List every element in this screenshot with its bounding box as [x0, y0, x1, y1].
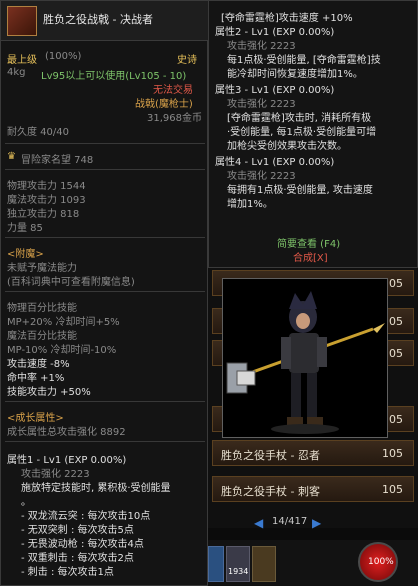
attr-line: 增加1%。 [227, 199, 273, 210]
pct-line: MP-10% 冷却时间-10% [7, 345, 117, 356]
list-item[interactable]: 胜负之役手杖 - 忍者 105 [212, 440, 414, 466]
attr-line: 攻击强化 2223 [227, 99, 296, 110]
attr-line: 加枪尖受创效果攻击次数。 [227, 141, 347, 152]
page-number: 14/417 [272, 516, 308, 527]
pct-line: 物理百分比技能 [7, 303, 77, 314]
attr-line: 攻击强化 2223 [227, 41, 296, 52]
character-preview [222, 278, 388, 438]
weapon-type: 战戟(魔枪士) [135, 99, 193, 110]
stat-line: 独立攻击力 818 [7, 209, 80, 220]
attr1-list-item: - 无双突刺 : 每次攻击5点 [21, 525, 134, 536]
grade-label: 最上级 [7, 55, 37, 66]
durability-label: 耐久度 40/40 [7, 127, 69, 138]
attr-line: 属性4 - Lv1 (EXP 0.00%) [215, 157, 335, 168]
pct-line: 攻击速度 -8% [7, 359, 70, 370]
rarity-label: 史诗 [177, 55, 197, 66]
stat-line: 魔法攻击力 1093 [7, 195, 86, 206]
pct-line: MP+20% 冷却时间+5% [7, 317, 120, 328]
pct-line: 魔法百分比技能 [7, 331, 77, 342]
attr-line: 每1点极·受创能量, [夺命雷霆枪]技 [227, 55, 381, 66]
weight-label: 4kg [7, 67, 26, 78]
divider [5, 441, 205, 442]
attr1-list-item: - 双龙流云突 : 每次攻击10点 [21, 511, 151, 522]
brief-view-button[interactable]: 简要查看 (F4) [277, 235, 340, 250]
attr1-title: 属性1 - Lv1 (EXP 0.00%) [7, 455, 127, 466]
attr1-list-item: - 双重刺击 : 每次攻击2点 [21, 553, 134, 564]
attr-line: 能冷却时间恢复速度增加1%。 [227, 69, 363, 80]
crown-icon: ♛ [7, 151, 16, 162]
attr1-sub: 攻击强化 2223 [21, 469, 90, 480]
list-item[interactable]: 胜负之役手杖 - 刺客 105 [212, 476, 414, 502]
enchant-hint: (百科词典中可查看附魔信息) [7, 277, 135, 288]
divider [5, 401, 205, 402]
attr-line: [夺命雷霆枪]攻击时, 消耗所有极 [227, 113, 372, 124]
divider [5, 169, 205, 170]
enchant-none: 未赋予魔法能力 [7, 263, 77, 274]
stat-line: 力量 85 [7, 223, 43, 234]
pager: ◀ 14/417 ▶ [208, 510, 418, 534]
list-item-name: 胜负之役手杖 - 忍者 [221, 449, 320, 462]
grade-pct: (100%) [45, 51, 82, 62]
attr-line: 每拥有1点极·受创能量, 攻击速度 [227, 185, 373, 196]
item-tooltip-continued: [夺命雷霆枪]攻击速度 +10% 属性2 - Lv1 (EXP 0.00%) 攻… [208, 0, 418, 268]
adventure-fame: 冒险家名望 748 [21, 155, 94, 166]
hp-orb: 100% [358, 542, 398, 582]
level-requirement: Lv95以上可以使用(Lv105 - 10) [41, 71, 187, 82]
pct-line: 命中率 +1% [7, 373, 65, 384]
divider [5, 237, 205, 238]
divider [5, 291, 205, 292]
skill-slot[interactable] [208, 546, 224, 582]
stat-line: 物理攻击力 1544 [7, 181, 86, 192]
attr1-desc: 施放特定技能时, 累积极·受创能量 [21, 483, 171, 494]
trade-status: 无法交易 [153, 85, 193, 96]
list-item-level: 105 [382, 447, 403, 460]
attr1-list-item: - 无畏波动枪 : 每次攻击4点 [21, 539, 144, 550]
attr1-desc: 。 [21, 497, 31, 508]
attr-line: 攻击强化 2223 [227, 171, 296, 182]
character-sprite [226, 291, 385, 434]
attr-line: 属性2 - Lv1 (EXP 0.00%) [215, 27, 335, 38]
item-title: 胜负之役战戟 - 决战者 [43, 13, 153, 26]
compose-button[interactable]: 合成[X] [293, 249, 328, 264]
attr-line: [夺命雷霆枪]攻击速度 +10% [221, 13, 353, 24]
attr1-list-item: - 刺击 : 每次攻击1点 [21, 567, 114, 578]
bottom-hud: 1934 100% [208, 540, 418, 586]
prev-page-icon[interactable]: ◀ [254, 516, 263, 530]
item-tooltip-main: 胜负之役战戟 - 决战者 最上级 (100%) 史诗 4kg Lv95以上可以使… [0, 0, 209, 586]
attr-line: ·受创能量, 每1点极·受创能量可增 [227, 127, 377, 138]
attr-line: 属性3 - Lv1 (EXP 0.00%) [215, 85, 335, 96]
growth-total: 成长属性总攻击强化 8892 [7, 427, 126, 438]
skill-slot[interactable]: 1934 [226, 546, 250, 582]
list-item-name: 胜负之役手杖 - 刺客 [221, 485, 320, 498]
growth-title: <成长属性> [7, 413, 64, 424]
weapon-icon [7, 6, 37, 36]
skill-slot[interactable] [252, 546, 276, 582]
enchant-title: <附魔> [7, 249, 44, 260]
next-page-icon[interactable]: ▶ [312, 516, 321, 530]
slot-count: 1934 [228, 567, 249, 576]
divider [5, 143, 205, 144]
list-item-level: 105 [382, 483, 403, 496]
price-label: 31,968金币 [147, 113, 202, 124]
hp-percent: 100% [368, 557, 394, 567]
pct-line: 技能攻击力 +50% [7, 387, 91, 398]
